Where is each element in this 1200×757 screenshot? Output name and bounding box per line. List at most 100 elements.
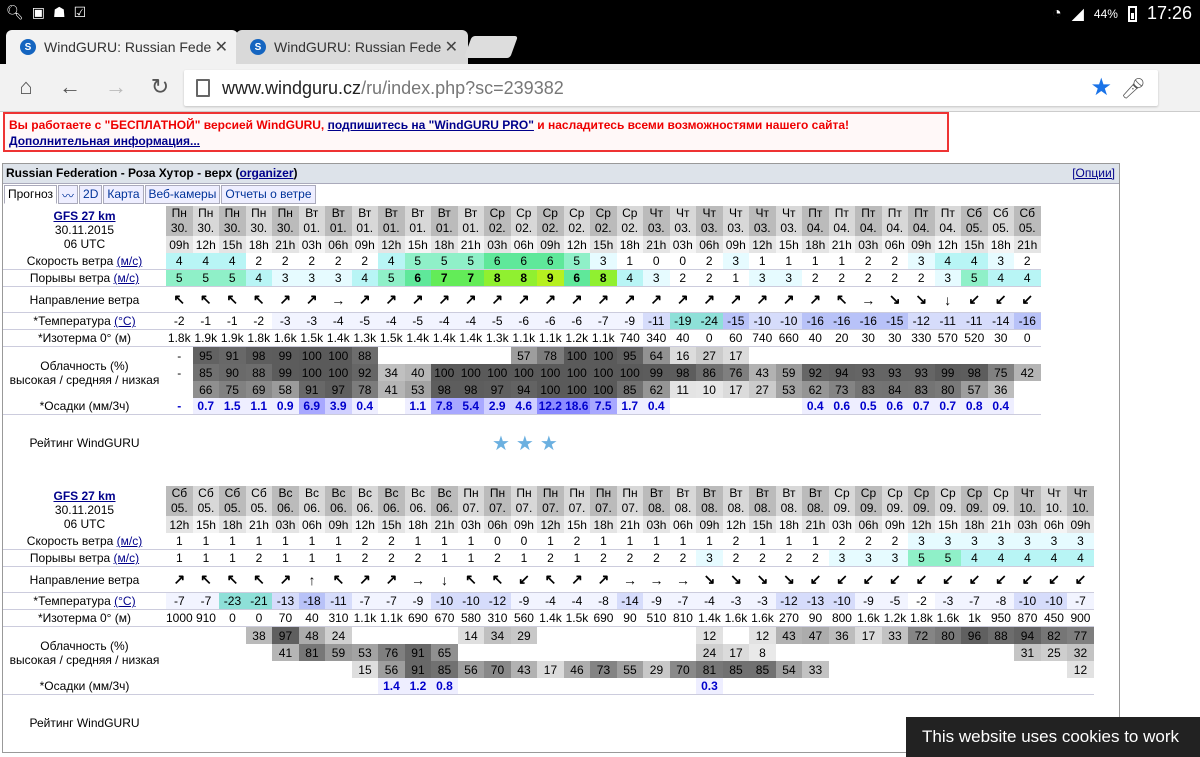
wind-speed-cell: 1 [775,533,803,550]
microphone-icon[interactable]: 🎤︎ [1121,76,1146,101]
browser-tab-inactive[interactable]: S WindGURU: Russian Federation ✕ [236,30,468,64]
wind-speed-cell: 3 [987,533,1015,550]
cookie-notice: This website uses cookies to work [906,717,1200,757]
cloud-cell: 43 [749,364,776,381]
gusts-cell: 1 [219,550,246,567]
cloud-cell [881,661,909,678]
cloud-cell: 48 [298,627,326,644]
isotherm-cell: 40 [298,610,326,627]
gusts-cell: 2 [669,550,697,567]
temperature-cell: -12 [775,593,803,610]
isotherm-cell: 1k [961,610,988,627]
wind-speed-row: Скорость ветра (м/с) 1 1 1 1 1 1 1 2 2 1 1 1 0 0 1 2 1 1 1 1… [3,533,1094,550]
temperature-cell: -24 [696,313,723,330]
temp-unit-link[interactable]: (°C) [114,594,135,608]
organizer-link[interactable]: organizer [240,166,294,180]
cloud-cell: 72 [908,627,935,644]
hour-cell: 06h [325,236,352,253]
url-text[interactable]: www.windguru.cz/ru/index.php?sc=239382 [222,78,564,99]
wind-unit-link[interactable]: (м/с) [117,534,143,548]
cloud-cell: 76 [722,364,749,381]
gusts-cell: 2 [616,550,644,567]
pro-promo-banner: Вы работаете с "БЕСПЛАТНОЙ" версией Wind… [3,112,949,152]
wind-direction-arrow-icon: ↗ [457,287,484,313]
gusts-unit-link[interactable]: (м/с) [114,551,140,565]
precip-cell [484,678,511,695]
isotherm-cell: 950 [987,610,1015,627]
gusts-cell: 4 [987,270,1014,287]
temp-unit-link[interactable]: (°C) [114,314,135,328]
home-icon[interactable]: ⌂ [12,74,40,100]
wind-direction-arrow-icon: ↙ [1014,567,1041,593]
model-link[interactable]: GFS 27 km [3,209,166,223]
forward-icon[interactable]: → [102,74,130,100]
day-cell: Чт 03. [775,206,802,236]
tab-2d[interactable]: 2D [79,185,103,204]
browser-tab-active[interactable]: S WindGURU: Russian Federation ✕ [6,30,238,64]
cloud-cell [961,347,988,364]
tab-forecast[interactable]: Прогноз [4,185,58,204]
isotherm-cell: 660 [775,330,802,347]
cloud-cell: 86 [696,364,723,381]
temperature-cell: -14 [987,313,1014,330]
temperature-cell: -4 [325,313,352,330]
tab-graph-icon[interactable]: 〰 [58,185,79,204]
precip-cell [987,678,1015,695]
precip-cell: 12.2 [537,398,564,415]
wind-unit-link[interactable]: (м/с) [117,254,143,268]
new-tab-button[interactable] [463,36,519,58]
temperature-cell: -7 [590,313,617,330]
gusts-label: Порывы ветра (м/с) [3,270,166,287]
isotherm-cell: 1.6k [855,610,882,627]
day-cell: Вт 01. [298,206,325,236]
cloud-cell: 91 [298,381,325,398]
tab-map[interactable]: Карта [103,185,144,204]
wind-speed-cell: 2 [881,533,909,550]
temperature-cell: -14 [616,593,644,610]
wind-direction-arrow-icon: ↗ [802,287,829,313]
cloud-cell [987,661,1015,678]
cloud-cell [749,347,776,364]
precip-cell [934,678,962,695]
cloud-cell [166,661,193,678]
cloud-cell: 88 [987,627,1015,644]
cloud-cell: 81 [696,661,723,678]
temperature-cell: -12 [484,593,511,610]
isotherm-cell: 310 [484,610,511,627]
gusts-cell: 1 [722,270,749,287]
cloud-cell: 80 [934,627,962,644]
gusts-unit-link[interactable]: (м/с) [114,271,140,285]
cloud-cell: 70 [669,661,697,678]
url-bar[interactable]: www.windguru.cz/ru/index.php?sc=239382 ★… [184,70,1158,106]
hour-cell: 15h [378,516,405,533]
temperature-cell: -21 [245,593,273,610]
cloud-cell: 65 [431,644,458,661]
wind-speed-cell: 5 [404,253,431,270]
close-tab-icon[interactable]: ✕ [215,37,228,57]
back-icon[interactable]: ← [56,74,84,100]
day-cell: Сб 05. [987,206,1014,236]
wind-direction-arrow-icon: → [404,567,432,593]
day-cell: Ср 02. [563,206,590,236]
forecast-table-1: GFS 27 km 30.11.2015 06 UTC Пн 30. Пн 30. Пн 30.… [3,206,1041,471]
close-tab-icon[interactable]: ✕ [445,37,458,57]
gusts-cell: 2 [722,550,750,567]
tab-wind-reports[interactable]: Отчеты о ветре [221,185,316,204]
wind-direction-arrow-icon: ↗ [722,287,749,313]
precip-cell [325,678,352,695]
model-link[interactable]: GFS 27 km [3,489,166,503]
more-info-link[interactable]: Дополнительная информация... [9,134,200,148]
wind-direction-arrow-icon: → [616,567,644,593]
day-cell: Пт 04. [855,206,882,236]
cloud-cell [855,661,882,678]
cloud-cell: 62 [643,381,670,398]
tab-webcams[interactable]: Веб-камеры [144,185,221,204]
subscribe-pro-link[interactable]: подпишитесь на "WindGURU PRO" [328,118,534,132]
bookmark-star-icon[interactable]: ★ [1090,73,1112,102]
temperature-cell: -12 [908,313,935,330]
cloud-cell: 97 [272,627,299,644]
reload-icon[interactable]: ↻ [146,74,174,100]
wind-speed-cell: 6 [510,253,537,270]
wind-speed-cell: 3 [1040,533,1068,550]
options-link[interactable]: [Опции] [1072,166,1115,180]
